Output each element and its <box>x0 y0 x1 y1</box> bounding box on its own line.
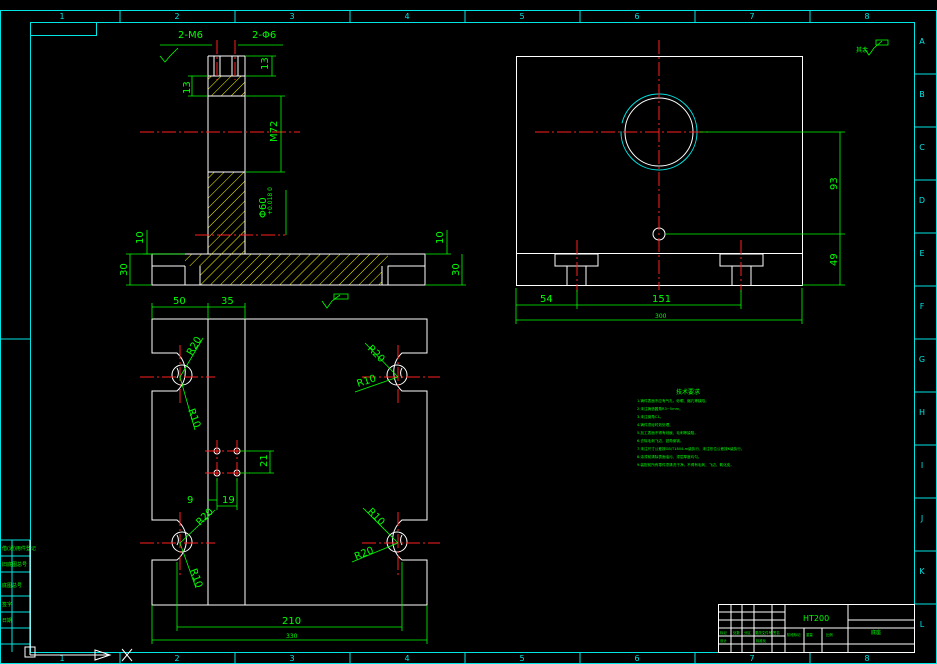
side-zone-a: A <box>919 37 925 46</box>
bottom-zone-4: 4 <box>404 654 409 663</box>
side-view: 93 49 54 151 300 其余 <box>515 39 889 324</box>
dim-r20-br: R20 <box>353 545 375 563</box>
hatch-top-left <box>208 76 245 96</box>
title-row-label-3: 分区 <box>744 630 751 635</box>
dim-m72: M72 <box>269 121 280 142</box>
dim-21: 21 <box>259 454 270 467</box>
side-zone-j: J <box>920 514 923 523</box>
title-cell-design: 设计 <box>720 638 727 643</box>
left-strip-label-1: 借(通)用件登记 <box>2 545 36 552</box>
side-zone-f: F <box>920 302 925 311</box>
title-row-label-5: 签名 <box>773 630 780 635</box>
side-zone-k: K <box>919 567 925 576</box>
bottom-zone-3: 3 <box>289 654 294 663</box>
dim-93: 93 <box>829 177 840 190</box>
dim-r20-tl: R20 <box>185 335 204 358</box>
dim-10-right: 10 <box>435 231 446 244</box>
title-part-name: 底座 <box>871 629 881 636</box>
hatch-column <box>208 172 245 254</box>
dim-r10-tr: R10 <box>356 373 378 390</box>
dim-35: 35 <box>221 296 234 307</box>
left-strip-label-3: 底图总号 <box>2 582 22 589</box>
title-row-label-1: 标记 <box>720 630 727 635</box>
title-row-label-2: 处数 <box>733 630 740 635</box>
side-zone-b: B <box>919 90 925 99</box>
top-view: 50 35 R20 R10 R20 R10 R20 R10 R10 R20 21… <box>140 296 440 644</box>
side-zone-i: I <box>921 461 923 470</box>
note-line-2: 2.未注铸造圆角R3~5mm。 <box>637 406 683 411</box>
top-zone-7: 7 <box>749 12 754 21</box>
dim-151: 151 <box>652 294 671 305</box>
dim-phi60-tol: +0.018 0 <box>267 187 274 215</box>
dim-10-left: 10 <box>135 231 146 244</box>
bottom-zone-5: 5 <box>519 654 524 663</box>
dim-r20-bl: R20 <box>194 506 216 528</box>
top-zone-5: 5 <box>519 12 524 21</box>
note-line-8: 8.涂漆前清除表面油污，漆层厚度均匀。 <box>637 454 702 459</box>
top-zone-8: 8 <box>864 12 869 21</box>
dim-30-left: 30 <box>119 263 130 276</box>
side-zone-h: H <box>919 408 925 417</box>
title-block: HT200 底座 标记 处数 分区 更改文件号 签名 设计 标准化 阶段标记 重… <box>718 604 915 653</box>
dim-30-right: 30 <box>451 263 462 276</box>
hatch-base <box>185 254 388 285</box>
note-line-5: 5.加工表面不得有划痕、毛刺等缺陷。 <box>637 430 698 435</box>
top-zone-1: 1 <box>59 12 64 21</box>
title-row-label-4: 更改文件号 <box>755 630 773 635</box>
title-cell-weight: 重量 <box>806 632 813 637</box>
ucs-icon <box>24 540 133 662</box>
note-line-6: 6.去除毛刺飞边，锐角倒钝。 <box>637 438 684 443</box>
title-material: HT200 <box>803 614 829 623</box>
side-zone-l: L <box>920 620 925 629</box>
note-line-4: 4.铸件须经时效处理。 <box>637 422 673 427</box>
dim-300: 300 <box>655 313 667 320</box>
title-cell-stage: 阶段标记 <box>787 632 801 637</box>
front-section-view: 2-M6 2-Φ6 13 13 M72 Φ60 +0.018 0 10 30 1… <box>119 30 466 309</box>
dim-13-left: 13 <box>182 81 193 94</box>
bottom-zone-7: 7 <box>749 654 754 663</box>
bottom-zone-2: 2 <box>174 654 179 663</box>
top-zone-4: 4 <box>404 12 409 21</box>
left-strip-label-2: 旧底图总号 <box>2 561 27 568</box>
side-zone-d: D <box>919 196 925 205</box>
dim-9: 9 <box>187 495 193 506</box>
dim-2m6: 2-M6 <box>178 30 203 41</box>
dim-r10-tl: R10 <box>185 407 202 429</box>
top-zone-3: 3 <box>289 12 294 21</box>
side-zone-e: E <box>919 249 924 258</box>
side-zone-c: C <box>919 143 925 152</box>
dim-2phi6: 2-Φ6 <box>252 30 276 41</box>
cad-drawing-canvas[interactable]: 1 2 3 4 5 6 7 8 1 2 3 4 5 6 7 8 A B C D … <box>0 0 937 664</box>
note-line-1: 1.铸件表面不应有气孔、砂眼、缩孔等缺陷。 <box>637 398 709 403</box>
top-zone-6: 6 <box>634 12 639 21</box>
dim-r10-bl: R10 <box>187 567 204 589</box>
left-strip-label-4: 签字 <box>2 601 12 608</box>
dim-50: 50 <box>173 296 186 307</box>
technical-notes: 技术要求 1.铸件表面不应有气孔、砂眼、缩孔等缺陷。 2.未注铸造圆角R3~5m… <box>637 388 744 467</box>
dim-r10-br: R10 <box>365 506 387 528</box>
note-line-9: 9.装配前所有零件须清洗干净，不得有毛刺、飞边、氧化皮。 <box>637 462 734 467</box>
bottom-zone-8: 8 <box>864 654 869 663</box>
surface-mark-other: 其余 <box>856 46 868 54</box>
notes-title: 技术要求 <box>676 388 700 396</box>
zone-labels: 1 2 3 4 5 6 7 8 1 2 3 4 5 6 7 8 A B C D … <box>59 12 925 663</box>
note-line-3: 3.未注倒角C1。 <box>637 414 663 419</box>
dim-49: 49 <box>829 253 840 266</box>
dim-19: 19 <box>222 495 235 506</box>
side-zone-g: G <box>919 355 925 364</box>
bottom-zone-6: 6 <box>634 654 639 663</box>
left-strip-label-5: 日期 <box>2 618 12 624</box>
drawing-frame <box>0 10 937 664</box>
dim-54: 54 <box>540 294 553 305</box>
dim-330: 330 <box>286 633 298 640</box>
dim-13-top: 13 <box>260 57 271 70</box>
note-line-7: 7.未注尺寸公差按GB/T1804-m级执行，未注形位公差按K级执行。 <box>637 446 744 451</box>
title-cell-scale: 比例 <box>826 632 833 637</box>
top-zone-2: 2 <box>174 12 179 21</box>
dim-210: 210 <box>282 616 301 627</box>
title-cell-standard: 标准化 <box>756 638 767 643</box>
